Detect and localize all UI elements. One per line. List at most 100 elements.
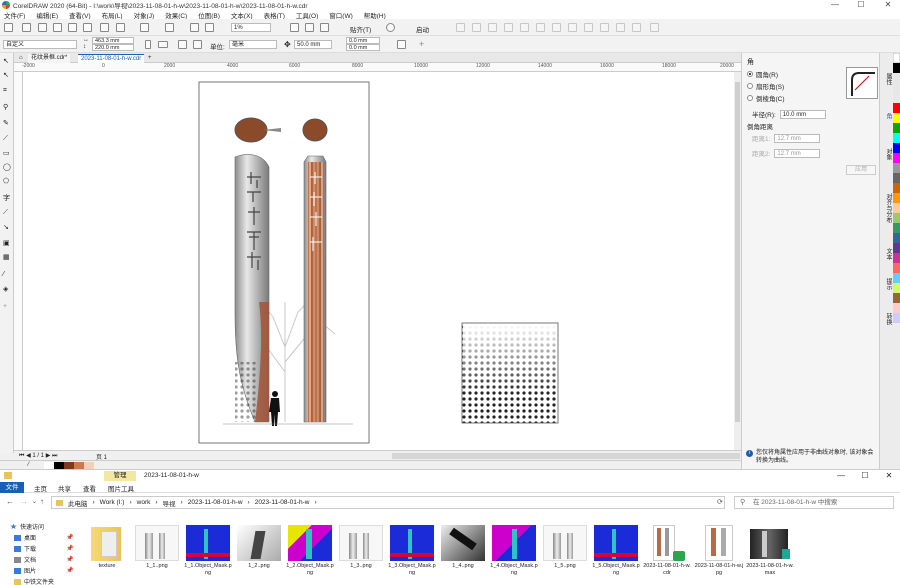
undo-icon[interactable] [116,23,125,32]
distance1-input[interactable]: 12.7 mm [774,133,821,143]
back-arrow-icon[interactable]: ← [6,497,14,506]
drop-shadow-icon[interactable]: ▣ [3,239,11,247]
save-icon[interactable] [38,23,47,32]
weld-icon[interactable] [552,23,561,32]
front-minus-back-icon[interactable] [616,23,625,32]
history-chevron-icon[interactable]: ⌄ [32,498,37,505]
nav-folder-zhongtie[interactable]: 中铁文件夹 [14,577,54,585]
guidelines-icon[interactable] [320,23,329,32]
add-tool-plus-icon[interactable]: + [3,303,11,311]
print-icon[interactable] [53,23,62,32]
document-palette[interactable] [44,462,94,469]
nav-downloads[interactable]: 下载 📌 [14,544,73,553]
ribbon-file-tab[interactable]: 文件 [0,482,24,493]
open-icon[interactable] [22,23,31,32]
pin-icon[interactable]: 📌 [66,556,73,563]
text-tool-icon[interactable]: 字 [3,193,11,202]
file-thumbnail[interactable] [594,525,638,561]
file-item[interactable]: 1_4.Object_Mask.png [489,525,539,577]
units-select[interactable]: 毫米 [229,40,277,49]
file-item[interactable]: 2023-11-08-01-h-w.max [745,525,795,577]
address-bar[interactable]: 此电脑 › Work (I:) › work › 导视 › 2023-11-08-01-… [51,496,725,509]
file-thumbnail[interactable] [697,525,741,561]
horizontal-ruler[interactable]: -2000 0 2000 4000 6000 8000 10000 12000 … [14,63,741,72]
color-palette[interactable] [892,52,900,469]
breadcrumb-signage[interactable]: 导视 [163,498,176,508]
menu-file[interactable]: 文件(F) [4,10,25,20]
menu-window[interactable]: 窗口(W) [329,10,352,20]
explorer-close-button[interactable]: ✕ [880,470,898,481]
parallel-dimension-icon[interactable]: ⟋ [3,209,11,217]
file-thumbnail[interactable] [288,525,332,561]
radio-chamfer[interactable] [747,95,753,101]
menu-bitmaps[interactable]: 位图(B) [198,10,220,20]
maximize-button[interactable]: ☐ [852,0,870,10]
new-tab-button[interactable]: + [145,54,155,63]
distance2-input[interactable]: 12.7 mm [774,148,821,158]
close-button[interactable]: ✕ [879,0,897,10]
distribute-icon[interactable] [472,23,481,32]
sidetab-corner[interactable]: 角 [884,113,893,119]
file-thumbnail[interactable] [441,525,485,561]
sidetab-hints[interactable]: 提示 [884,278,893,290]
group-icon[interactable] [488,23,497,32]
zoom-icon[interactable] [205,23,214,32]
interactive-fill-icon[interactable]: ◈ [3,285,11,293]
page-width-input[interactable]: 463.3 mm [92,37,134,44]
tab-flower-frame[interactable]: 花纹景框.cdr* [28,54,71,63]
file-item[interactable]: 1_2..png [234,525,284,570]
file-item[interactable]: 2023-11-08-01-h-w.cdr [642,525,692,577]
add-tool-icon[interactable]: + [419,39,424,49]
import-icon[interactable] [68,23,77,32]
freehand-tool-icon[interactable]: ✎ [3,119,11,127]
search-box[interactable]: ⚲ 在 2023-11-08-01-h-w 中搜索 [734,496,894,509]
shape-tool-icon[interactable]: ↖ [3,71,11,79]
option-chamfer[interactable]: 倒棱角(C) [747,93,785,103]
file-thumbnail[interactable] [390,525,434,561]
ellipse-tool-icon[interactable]: ◯ [3,163,11,171]
ribbon-view-tab[interactable]: 查看 [83,483,96,493]
breadcrumb-subfolder[interactable]: 2023-11-08-01-h-w [255,499,310,506]
combine-icon[interactable] [520,23,529,32]
menu-help[interactable]: 帮助(H) [364,10,386,20]
explorer-maximize-button[interactable]: ☐ [856,470,874,481]
polygon-tool-icon[interactable]: ⬠ [3,177,11,185]
file-thumbnail[interactable] [186,525,230,561]
vertical-scroll-thumb[interactable] [735,82,740,422]
breadcrumb-drive[interactable]: Work (I:) [100,499,125,506]
palette-swatches[interactable] [892,52,900,469]
explorer-minimize-button[interactable]: — [832,470,850,481]
breadcrumb-this-pc[interactable]: 此电脑 [68,498,88,508]
tab-manage[interactable]: 管理 [104,471,136,481]
sidetab-properties[interactable]: 属性 [884,73,893,85]
full-screen-icon[interactable] [190,23,199,32]
rectangle-tool-icon[interactable]: ▭ [3,149,11,157]
nav-desktop[interactable]: 桌面 📌 [14,533,73,542]
sidetab-objects[interactable]: 对象 [884,148,893,160]
file-item[interactable]: texture [82,525,132,570]
pin-icon[interactable]: 📌 [66,567,73,574]
menu-view[interactable]: 查看(V) [69,10,91,20]
vertical-ruler[interactable] [14,72,23,452]
pin-icon[interactable]: 📌 [66,545,73,552]
file-thumbnail[interactable] [543,525,587,561]
page-height-input[interactable]: 220.0 mm [92,44,134,51]
page-preset-select[interactable]: 自定义 [3,40,77,49]
pin-icon[interactable]: 📌 [66,534,73,541]
home-tab-icon[interactable]: ⌂ [16,54,26,63]
nav-documents[interactable]: 文档 📌 [14,555,73,564]
align-icon[interactable] [456,23,465,32]
file-item[interactable]: 1_5..png [540,525,590,570]
duplicate-y-input[interactable]: 0.0 mm [346,44,380,51]
artistic-media-icon[interactable]: ⟋ [3,135,11,143]
menu-tools[interactable]: 工具(O) [296,10,318,20]
option-round[interactable]: 圆角(R) [747,69,778,79]
horizontal-scrollbar[interactable] [392,453,740,459]
menu-text[interactable]: 文本(X) [231,10,253,20]
treat-as-filled-icon[interactable] [397,40,406,49]
forward-arrow-icon[interactable]: → [20,497,28,506]
export-icon[interactable] [83,23,92,32]
radio-scallop[interactable] [747,83,753,89]
search-content-icon[interactable] [165,23,174,32]
file-thumbnail[interactable] [748,525,792,561]
